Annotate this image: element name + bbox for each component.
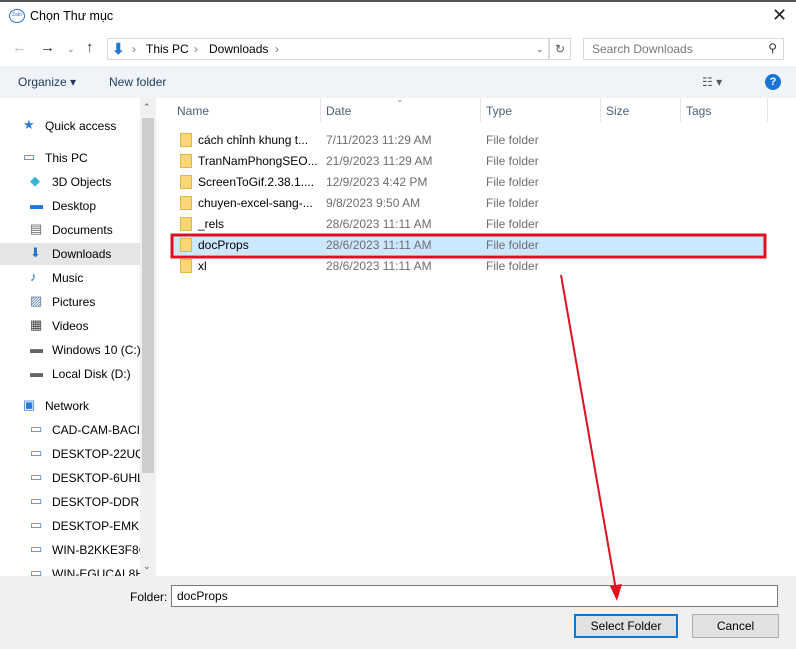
annotation-overlay [170,233,767,601]
annotation-arrow-head [610,584,622,601]
annotation-arrow-line [560,274,617,591]
annotation-highlight-box [170,233,767,259]
